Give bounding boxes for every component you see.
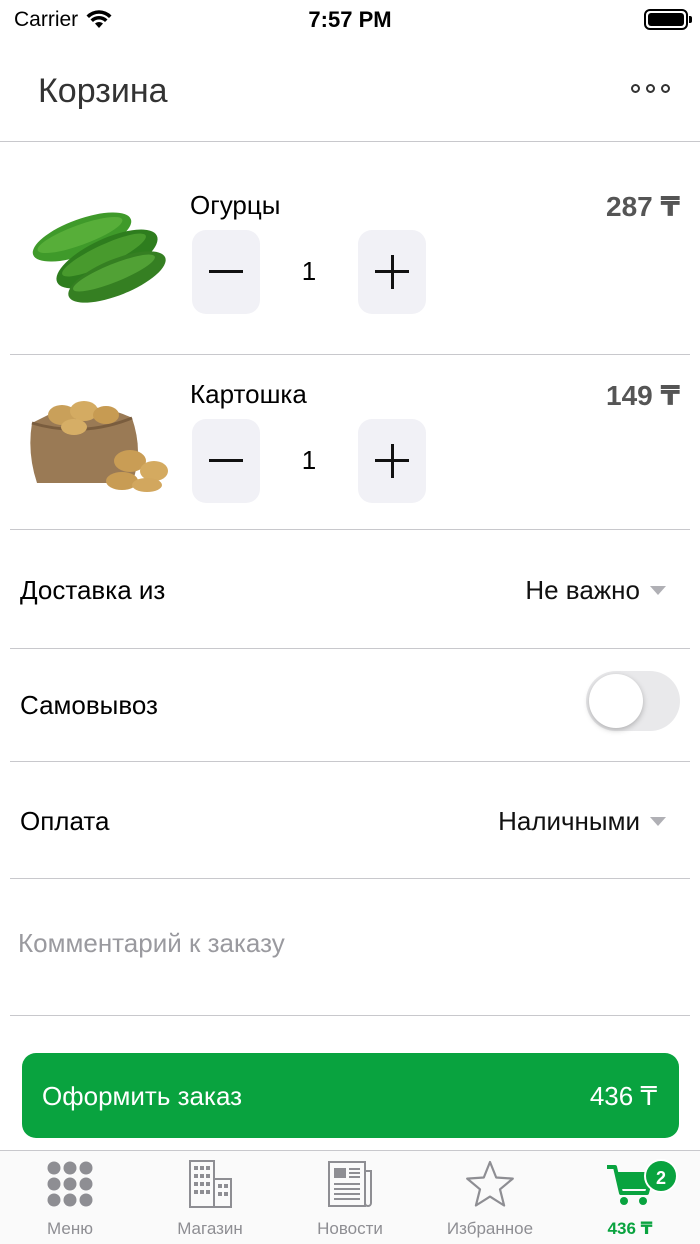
dot-icon — [646, 84, 655, 93]
tab-label: 436 ₸ — [607, 1219, 653, 1238]
delivery-label: Доставка из — [20, 575, 166, 605]
checkout-label: Оформить заказ — [42, 1081, 243, 1111]
quantity-stepper: 1 — [192, 230, 426, 314]
tab-label: Магазин — [177, 1219, 243, 1238]
delivery-source-select[interactable]: Доставка из Не важно — [10, 530, 690, 649]
dot-icon — [631, 84, 640, 93]
dot-icon — [661, 84, 670, 93]
cucumbers-image — [32, 212, 166, 303]
cart-count-badge: 2 — [644, 1159, 678, 1193]
header: Корзина — [0, 40, 700, 142]
comment-row — [10, 879, 690, 1016]
grid-icon — [47, 1161, 93, 1207]
cart-item: Огурцы 287 ₸ 1 — [10, 142, 690, 355]
pickup-row: Самовывоз — [10, 649, 690, 762]
quantity-value: 1 — [301, 445, 317, 475]
quantity-value: 1 — [301, 256, 317, 286]
checkout-total: 436 ₸ — [589, 1081, 657, 1111]
payment-method-select[interactable]: Оплата Наличными — [10, 762, 690, 879]
more-options-button[interactable] — [631, 84, 670, 93]
minus-icon — [209, 459, 243, 462]
increase-quantity-button[interactable] — [358, 230, 426, 314]
toggle-knob — [589, 674, 643, 728]
tab-shop[interactable]: Магазин — [140, 1151, 280, 1244]
decrease-quantity-button[interactable] — [192, 230, 260, 314]
tab-favorites[interactable]: Избранное — [420, 1151, 560, 1244]
order-comment-input[interactable] — [18, 923, 658, 963]
tab-menu[interactable]: Меню — [0, 1151, 140, 1244]
tab-news[interactable]: Новости — [280, 1151, 420, 1244]
product-name: Огурцы — [190, 190, 281, 220]
product-name: Картошка — [190, 379, 307, 409]
page-title: Корзина — [38, 72, 168, 110]
status-bar: Carrier 7:57 PM — [0, 0, 700, 40]
decrease-quantity-button[interactable] — [192, 419, 260, 503]
payment-value: Наличными — [498, 806, 640, 836]
pickup-toggle[interactable] — [586, 671, 680, 731]
tab-label: Меню — [47, 1219, 93, 1238]
quantity-stepper: 1 — [192, 419, 426, 503]
minus-icon — [209, 270, 243, 273]
newspaper-icon — [328, 1161, 372, 1207]
delivery-value: Не важно — [525, 575, 640, 605]
product-price: 287 ₸ — [606, 191, 680, 222]
tab-label: Новости — [317, 1219, 383, 1238]
increase-quantity-button[interactable] — [358, 419, 426, 503]
battery-icon — [644, 9, 692, 30]
pickup-label: Самовывоз — [20, 690, 158, 720]
chevron-down-icon — [650, 586, 666, 595]
chevron-down-icon — [650, 817, 666, 826]
payment-label: Оплата — [20, 806, 110, 836]
potatoes-image — [30, 401, 168, 492]
checkout-button[interactable]: Оформить заказ 436 ₸ — [22, 1053, 679, 1138]
tab-bar: Меню Магазин Новости Избранное 2 436 ₸ — [0, 1150, 700, 1244]
building-icon — [189, 1160, 232, 1208]
product-price: 149 ₸ — [606, 380, 680, 411]
status-time: 7:57 PM — [308, 7, 392, 32]
tab-cart[interactable]: 2 436 ₸ — [560, 1151, 700, 1244]
star-icon — [466, 1160, 514, 1207]
tab-label: Избранное — [446, 1219, 534, 1238]
cart-item: Картошка 149 ₸ 1 — [10, 355, 690, 530]
